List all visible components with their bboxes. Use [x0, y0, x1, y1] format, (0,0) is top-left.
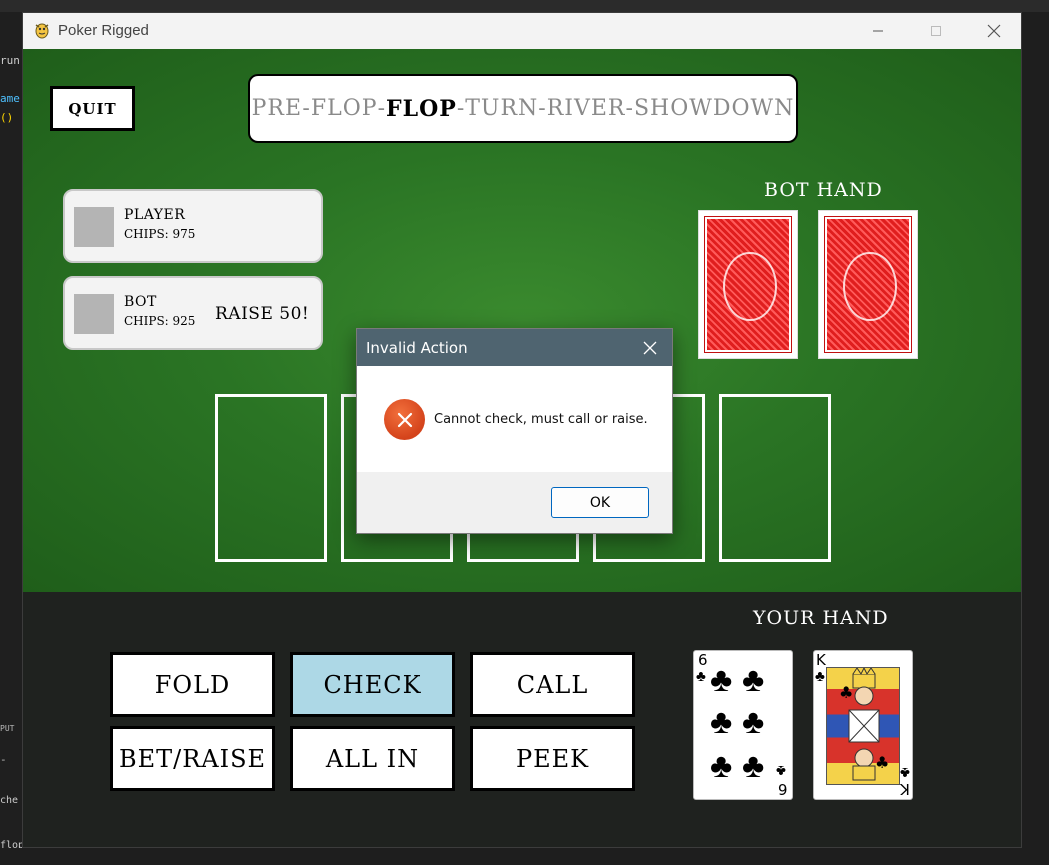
bot-name: BOT — [124, 294, 157, 310]
ide-panel-fragment: - — [0, 753, 7, 766]
dialog-close-button[interactable] — [637, 335, 663, 361]
king-portrait-icon: ♣ ♣ — [826, 666, 900, 785]
club-icon: ♣ — [742, 661, 765, 699]
player-name: PLAYER — [124, 207, 186, 223]
window-title: Poker Rigged — [58, 22, 149, 39]
club-icon: ♣ — [710, 747, 733, 785]
invalid-action-dialog: Invalid Action Cannot check, must call o… — [356, 328, 673, 534]
control-panel: FOLD CHECK CALL BET/RAISE ALL IN PEEK YO… — [23, 592, 1021, 847]
club-icon: ♣ — [742, 703, 765, 741]
club-icon: ♣ — [742, 747, 765, 785]
ide-panel-fragment: PUT — [0, 724, 15, 733]
fold-button[interactable]: FOLD — [110, 652, 275, 717]
stage-preflop: PRE-FLOP — [251, 96, 378, 121]
community-card-slot — [719, 394, 831, 562]
club-icon: ♣ — [900, 764, 910, 781]
club-icon: ♣ — [696, 668, 706, 685]
bot-last-action: RAISE 50! — [215, 304, 310, 324]
call-button[interactable]: CALL — [470, 652, 635, 717]
card-rank: K — [900, 780, 910, 798]
dialog-title-bar[interactable]: Invalid Action — [357, 329, 672, 366]
dialog-message: Cannot check, must call or raise. — [434, 412, 648, 427]
player-chips: CHIPS: 975 — [124, 227, 196, 241]
your-hand-label: YOUR HAND — [753, 607, 889, 629]
club-icon: ♣ — [776, 762, 786, 779]
player-card-king-of-clubs: K ♣ ♣ ♣ ♣ K — [813, 650, 913, 800]
ide-editor-strip: run ame () PUT - che flop — [0, 12, 22, 865]
peek-button[interactable]: PEEK — [470, 726, 635, 791]
avatar — [74, 294, 114, 334]
bet-raise-button[interactable]: BET/RAISE — [110, 726, 275, 791]
club-icon: ♣ — [710, 661, 733, 699]
dialog-title: Invalid Action — [366, 339, 468, 357]
bot-card-back — [818, 210, 918, 359]
club-icon: ♣ — [815, 668, 825, 685]
stage-showdown: SHOWDOWN — [633, 96, 795, 121]
ide-code-fragment: () — [0, 111, 14, 124]
stage-indicator: PRE-FLOP - FLOP - TURN - RIVER - SHOWDOWN — [248, 74, 798, 143]
card-rank: 6 — [778, 780, 788, 798]
pygame-icon — [33, 21, 51, 39]
minimize-button[interactable] — [849, 13, 907, 49]
bot-hand-label: BOT HAND — [764, 179, 883, 201]
check-button[interactable]: CHECK — [290, 652, 455, 717]
all-in-button[interactable]: ALL IN — [290, 726, 455, 791]
stage-turn: TURN — [465, 96, 539, 121]
svg-text:♣: ♣ — [839, 683, 853, 702]
club-icon: ♣ — [710, 703, 733, 741]
dialog-footer: OK — [357, 472, 672, 533]
stage-flop: FLOP — [386, 95, 457, 122]
ok-button[interactable]: OK — [551, 487, 649, 518]
card-rank: 6 — [698, 651, 708, 669]
bot-chips: CHIPS: 925 — [124, 314, 196, 328]
bot-card-back — [698, 210, 798, 359]
quit-button[interactable]: QUIT — [50, 86, 135, 131]
close-icon — [643, 341, 657, 355]
svg-text:♣: ♣ — [875, 753, 889, 772]
ide-top-bar — [0, 0, 1049, 12]
player-info-box: PLAYER CHIPS: 975 — [63, 189, 323, 263]
close-icon — [987, 24, 1001, 38]
avatar — [74, 207, 114, 247]
maximize-icon — [931, 26, 941, 36]
ide-code-fragment: ame — [0, 92, 20, 105]
dialog-body: Cannot check, must call or raise. — [357, 366, 672, 472]
error-icon — [384, 399, 425, 440]
maximize-button[interactable] — [907, 13, 965, 49]
community-card-slot — [215, 394, 327, 562]
minimize-icon — [873, 30, 883, 32]
card-rank: K — [816, 651, 826, 669]
close-button[interactable] — [965, 13, 1021, 49]
title-bar[interactable]: Poker Rigged — [23, 13, 1021, 49]
ide-bottom-bar — [0, 848, 1049, 865]
bot-info-box: BOT CHIPS: 925 RAISE 50! — [63, 276, 323, 350]
ide-code-fragment: run — [0, 54, 20, 67]
player-card-six-of-clubs: 6 ♣ ♣ ♣ ♣ ♣ ♣ ♣ ♣ 6 — [693, 650, 793, 800]
stage-river: RIVER — [546, 96, 626, 121]
ide-terminal-fragment: che — [0, 795, 19, 806]
